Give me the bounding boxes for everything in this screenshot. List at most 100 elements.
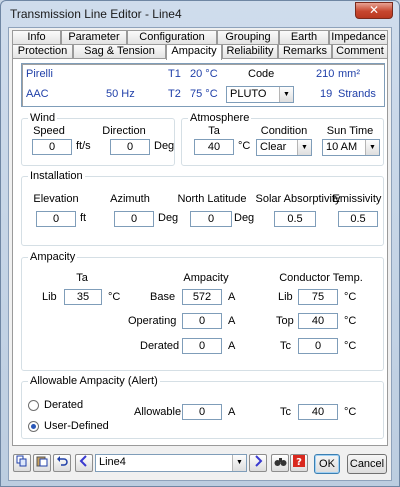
tab-remarks[interactable]: Remarks [278,44,332,58]
elevation-input[interactable] [36,211,76,227]
conductor-temp-header: Conductor Temp. [279,272,363,284]
ta-lib-input[interactable] [64,289,102,305]
absorptivity-input[interactable] [274,211,316,227]
area-unit: mm² [338,68,360,80]
find-button[interactable] [271,454,289,472]
previous-button[interactable] [75,454,93,472]
t1-value: 20 °C [190,68,218,80]
tab-row-2: Protection Sag & Tension Ampacity Reliab… [12,44,388,60]
tab-earth[interactable]: Earth [279,30,329,44]
undo-button[interactable] [53,454,71,472]
ta-label: Ta [208,125,220,137]
next-icon [255,455,263,467]
condition-label: Condition [260,125,308,137]
tab-configuration[interactable]: Configuration [127,30,217,44]
ampacity-title: Ampacity [28,251,78,263]
conductor-type: AAC [26,88,49,100]
condition-value: Clear [260,141,287,153]
top-label: Top [276,315,294,327]
code-label: Code [248,68,275,80]
ambient-temp-input[interactable] [194,139,234,155]
code-select[interactable]: PLUTO ▼ [226,86,294,103]
tab-ampacity[interactable]: Ampacity [166,44,222,60]
tc-unit: °C [344,340,357,352]
allowable-unit: A [228,406,236,418]
t2-value: 75 °C [190,88,218,100]
title-bar[interactable]: Transmission Line Editor - Line4 ✕ [1,1,399,27]
azimuth-input[interactable] [114,211,154,227]
operating-label: Operating [128,315,177,327]
wind-group: Wind Speed ft/s Direction Deg [21,112,175,166]
tab-reliability[interactable]: Reliability [222,44,278,58]
operating-ampacity-input[interactable] [182,313,222,329]
tab-sag-tension[interactable]: Sag & Tension [73,44,166,58]
azimuth-label: Azimuth [110,193,150,205]
tab-grouping[interactable]: Grouping [217,30,279,44]
tab-comment[interactable]: Comment [332,44,388,58]
user-defined-option-label[interactable]: User-Defined [44,420,109,432]
user-defined-radio[interactable] [28,421,39,432]
ta-header: Ta [76,272,88,284]
derated-option-label[interactable]: Derated [44,399,83,411]
chevron-down-icon: ▼ [365,140,379,155]
tab-parameter[interactable]: Parameter [61,30,127,44]
ampacity-panel: Pirelli AAC 50 Hz T1 20 °C T2 75 °C Code… [12,58,388,446]
help-icon: ? [293,455,305,468]
speed-label: Speed [33,125,65,137]
line-select[interactable]: Line4 ▼ [95,454,247,472]
base-ampacity-input[interactable] [182,289,222,305]
copy-button[interactable] [13,454,31,472]
direction-label: Direction [102,125,146,137]
tab-protection[interactable]: Protection [12,44,73,58]
suntime-select[interactable]: 10 AM ▼ [322,139,380,156]
ta-lib-unit: °C [108,291,121,303]
close-icon: ✕ [368,3,380,17]
editor-window: Transmission Line Editor - Line4 ✕ Info … [0,0,400,487]
ct-lib-input[interactable] [298,289,338,305]
alert-title: Allowable Ampacity (Alert) [28,375,160,387]
tab-info[interactable]: Info [12,30,61,44]
atmosphere-title: Atmosphere [188,112,252,124]
ta-lib-label: Lib [42,291,57,303]
t2-label: T2 [168,88,181,100]
base-label: Base [150,291,176,303]
tc-temp-input[interactable] [298,338,338,354]
line-value: Line4 [99,456,126,468]
ta-unit: °C [238,140,251,152]
t1-label: T1 [168,68,181,80]
ct-lib-label: Lib [278,291,293,303]
base-unit: A [228,291,236,303]
derated-ampacity-input[interactable] [182,338,222,354]
installation-group: Installation Elevation ft Azimuth Deg No… [21,170,384,246]
copy-icon [16,455,27,467]
emissivity-label: Emissivity [332,193,382,205]
alert-tc-input[interactable] [298,404,338,420]
azimuth-unit: Deg [158,212,179,224]
emissivity-input[interactable] [338,211,378,227]
ok-button[interactable]: OK [314,454,340,474]
allowable-label: Allowable [134,406,182,418]
strands-unit: Strands [338,88,376,100]
undo-icon [57,456,68,466]
code-value: PLUTO [230,88,267,100]
top-temp-input[interactable] [298,313,338,329]
operating-unit: A [228,315,236,327]
tab-impedance[interactable]: Impedance [329,30,388,44]
next-button[interactable] [249,454,267,472]
speed-input[interactable] [32,139,72,155]
suntime-label: Sun Time [326,125,374,137]
help-button[interactable]: ? [290,454,308,472]
alert-tc-unit: °C [344,406,357,418]
close-button[interactable]: ✕ [355,2,393,19]
latitude-input[interactable] [190,211,232,227]
condition-select[interactable]: Clear ▼ [256,139,312,156]
allowable-input[interactable] [182,404,222,420]
chevron-down-icon: ▼ [232,455,246,471]
paste-button[interactable] [33,454,51,472]
suntime-value: 10 AM [326,141,358,153]
find-icon [274,458,286,466]
prev-icon [79,455,87,467]
cancel-button[interactable]: Cancel [347,454,387,474]
direction-input[interactable] [110,139,150,155]
derated-radio[interactable] [28,400,39,411]
